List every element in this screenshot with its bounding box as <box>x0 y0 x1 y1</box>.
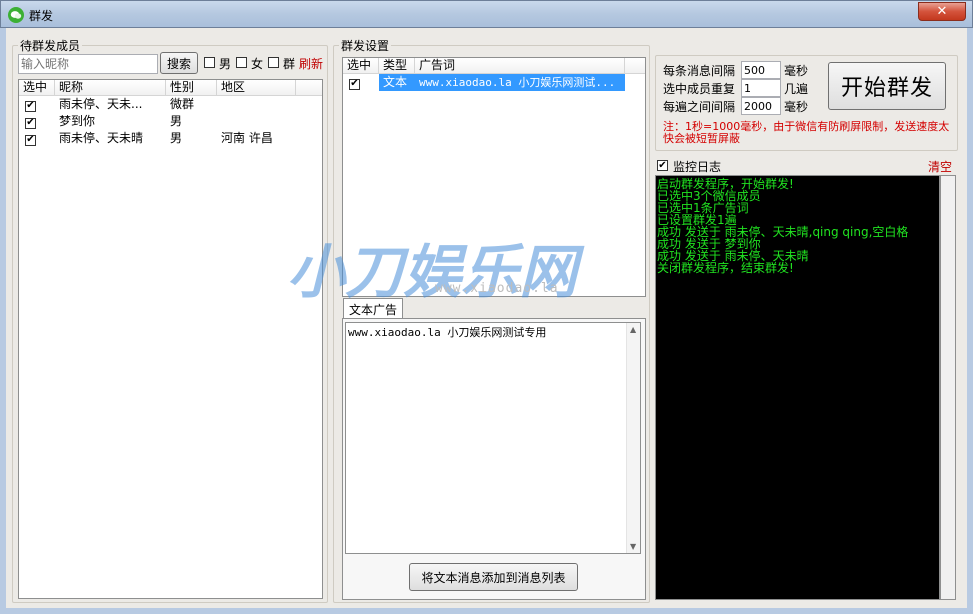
filter-male-checkbox[interactable] <box>204 57 215 68</box>
watermark-url: www.xiaodao.la <box>435 281 559 296</box>
filter-male-label: 男 <box>219 57 232 71</box>
round-input[interactable] <box>741 97 781 115</box>
monitor-label: 监控日志 <box>673 160 722 174</box>
text-scrollbar[interactable]: ▲ ▼ <box>626 323 640 553</box>
col-nick[interactable]: 昵称 <box>55 80 166 95</box>
title-bar: 群发 ✕ <box>0 0 973 28</box>
clear-link[interactable]: 清空 <box>928 158 952 175</box>
col-type[interactable]: 类型 <box>379 58 415 73</box>
wechat-icon <box>8 7 24 23</box>
interval-label: 每条消息间隔 <box>663 64 736 78</box>
log-line: 关闭群发程序，结束群发! <box>657 261 794 275</box>
round-label: 每遍之间间隔 <box>663 100 736 114</box>
row-region: 河南 许昌 <box>221 131 273 145</box>
row-checkbox[interactable]: ✔ <box>25 117 36 129</box>
row-nick: 雨未停、天未... <box>59 97 143 111</box>
search-button[interactable]: 搜索 <box>160 52 198 74</box>
send-settings-title: 群发设置 <box>339 37 392 54</box>
scroll-up-icon[interactable]: ▲ <box>630 325 636 334</box>
window-title: 群发 <box>29 9 54 23</box>
row-nick: 雨未停、天未晴 <box>59 131 144 145</box>
row-region <box>217 113 296 130</box>
tab-text-ad-label: 文本广告 <box>348 302 397 317</box>
repeat-unit: 几遍 <box>784 82 809 96</box>
row-checkbox[interactable]: ✔ <box>25 100 36 112</box>
members-group-title: 待群发成员 <box>18 37 83 54</box>
filter-group-checkbox[interactable] <box>268 57 279 68</box>
interval-input[interactable] <box>741 61 781 79</box>
refresh-link[interactable]: 刷新 <box>299 55 323 72</box>
row-nick: 梦到你 <box>59 114 96 128</box>
rate-limit-note: 注：1秒=1000毫秒，由于微信有防刷屏限制，发送速度太快会被短暂屏蔽 <box>663 120 950 145</box>
col-select[interactable]: 选中 <box>19 80 55 95</box>
row-ad: www.xiaodao.la 小刀娱乐网测试... <box>415 74 625 91</box>
row-gender: 男 <box>170 114 183 128</box>
ads-table-header: 选中 类型 广告词 <box>343 58 645 74</box>
filter-female-label: 女 <box>251 57 264 71</box>
table-row[interactable]: ✔ 梦到你 男 <box>19 113 322 130</box>
tab-text-ad[interactable]: 文本广告 <box>343 298 403 319</box>
row-checkbox[interactable]: ✔ <box>349 78 360 90</box>
monitor-checkbox[interactable]: ✔ <box>657 160 668 171</box>
row-gender: 男 <box>170 131 183 145</box>
row-gender: 微群 <box>170 97 195 111</box>
search-input[interactable] <box>18 54 158 74</box>
interval-unit: 毫秒 <box>784 64 809 78</box>
ad-text-area[interactable]: www.xiaodao.la 小刀娱乐网测试专用 ▲ ▼ <box>345 322 641 554</box>
row-region <box>217 96 296 113</box>
col-region[interactable]: 地区 <box>217 80 296 95</box>
watermark-logo: 小刀娱乐网 www.xiaodao.la <box>287 232 587 306</box>
close-icon: ✕ <box>936 4 948 19</box>
table-row[interactable]: ✔ 文本 www.xiaodao.la 小刀娱乐网测试... <box>343 74 645 91</box>
col-select[interactable]: 选中 <box>343 58 379 73</box>
members-table: 选中 昵称 性别 地区 ✔ 雨未停、天未... 微群 ✔ 梦到你 男 ✔ 雨未停… <box>18 79 323 599</box>
filter-female-checkbox[interactable] <box>236 57 247 68</box>
log-scrollbar[interactable] <box>940 175 956 600</box>
row-type: 文本 <box>379 74 415 91</box>
scroll-down-icon[interactable]: ▼ <box>630 542 636 551</box>
monitor-log: 启动群发程序，开始群发! 已选中3个微信成员 已选中1条广告词 已设置群发1遍 … <box>655 175 940 600</box>
close-button[interactable]: ✕ <box>918 2 966 21</box>
table-row[interactable]: ✔ 雨未停、天未... 微群 <box>19 96 322 113</box>
start-send-button[interactable]: 开始群发 <box>828 62 946 110</box>
table-row[interactable]: ✔ 雨未停、天未晴 男 河南 许昌 <box>19 130 322 147</box>
col-ad[interactable]: 广告词 <box>415 58 625 73</box>
row-checkbox[interactable]: ✔ <box>25 134 36 146</box>
ad-text-content: www.xiaodao.la 小刀娱乐网测试专用 <box>348 326 547 339</box>
repeat-input[interactable] <box>741 79 781 97</box>
filter-group-label: 群 <box>283 57 296 71</box>
members-table-header: 选中 昵称 性别 地区 <box>19 80 322 96</box>
round-unit: 毫秒 <box>784 100 809 114</box>
repeat-label: 选中成员重复 <box>663 82 736 96</box>
add-to-list-button[interactable]: 将文本消息添加到消息列表 <box>409 563 578 591</box>
col-gender[interactable]: 性别 <box>166 80 217 95</box>
